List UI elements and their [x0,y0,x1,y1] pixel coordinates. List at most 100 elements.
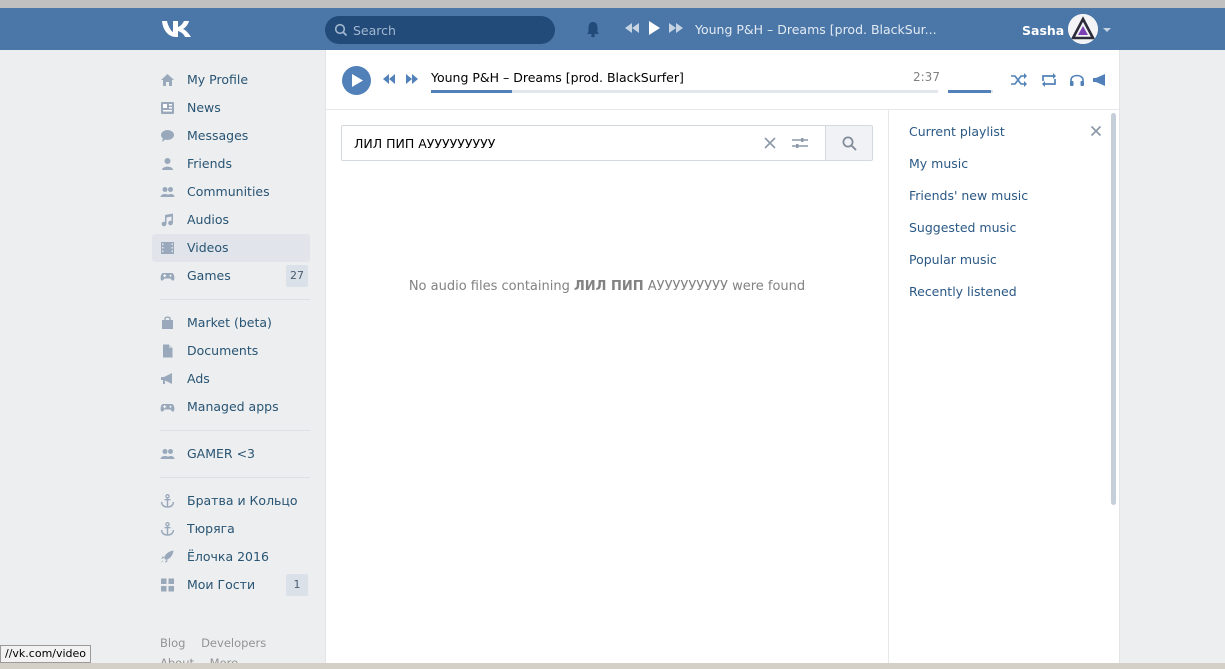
top-header: Search Young P&H – Dreams [prod. BlackSu… [0,8,1225,58]
guests-count-badge: 1 [286,574,308,596]
sidebar-item-ads[interactable]: Ads [152,365,310,393]
sidebar-item-label: Ads [187,371,210,386]
sidebar-item-label: Documents [187,343,259,358]
sidebar-item-gamer-group[interactable]: GAMER <3 [152,440,310,468]
sidebar-item-label: Managed apps [187,399,279,414]
menu-friends-new-music[interactable]: Friends' new music [909,182,1028,214]
sidebar-item-label: Communities [187,184,270,199]
footer-link-blog[interactable]: Blog [160,636,185,650]
header-search[interactable]: Search [325,16,555,44]
volume-slider[interactable] [948,90,993,93]
footer-link-developers[interactable]: Developers [201,636,266,650]
chevron-down-icon[interactable] [1103,28,1111,32]
progress-bar[interactable] [431,90,938,93]
search-placeholder: Search [353,23,396,38]
sidebar-item-label: Тюряга [187,521,235,536]
scrollbar[interactable] [1111,113,1116,505]
sidebar-item-turyaga[interactable]: Тюряга [152,515,310,543]
sidebar-footer: Blog Developers [160,636,278,650]
grid-icon [161,578,174,592]
sidebar-item-label: Братва и Кольцо [187,493,298,508]
close-icon[interactable] [763,136,777,150]
menu-popular-music[interactable]: Popular music [909,246,1028,278]
status-bar-url: //vk.com/video [0,645,92,663]
sidebar-item-elochka[interactable]: Ёлочка 2016 [152,543,310,571]
sidebar-item-audios[interactable]: Audios [152,206,310,234]
audio-player: Young P&H – Dreams [prod. BlackSurfer] 2… [326,50,1119,110]
volume-fill [948,90,991,93]
sidebar-divider [160,299,310,300]
friend-icon [162,158,173,170]
sidebar-item-news[interactable]: News [152,94,310,122]
empty-results-message: No audio files containing ЛИЛ ПИП АУУУУУ… [326,279,888,294]
sidebar-item-moi-gosti[interactable]: Мои Гости 1 [152,571,310,599]
empty-query-rest: АУУУУУУУУУ [643,279,728,294]
player-time[interactable]: 2:37 [913,70,940,84]
music-note-icon [161,213,173,227]
vk-logo[interactable] [160,18,194,40]
rocket-icon [161,550,174,563]
sidebar-item-label: Мои Гости [187,577,256,592]
repeat-icon[interactable] [1040,72,1058,88]
sidebar-item-label: Audios [187,212,230,227]
sidebar-item-videos[interactable]: Videos [152,234,310,262]
player-track-title[interactable]: Young P&H – Dreams [prod. BlackSurfer] [431,70,684,85]
prev-track-icon[interactable] [382,73,396,85]
avatar[interactable] [1068,14,1098,44]
sidebar-item-label: Messages [187,128,249,143]
anchor-icon [160,522,175,536]
sidebar-item-communities[interactable]: Communities [152,178,310,206]
broadcast-icon[interactable] [1091,72,1109,88]
prev-track-icon[interactable] [624,20,640,36]
bag-icon [162,316,173,329]
menu-my-music[interactable]: My music [909,150,1028,182]
communities-icon [160,449,175,459]
sidebar-item-label: Videos [187,240,229,255]
sidebar-item-market[interactable]: Market (beta) [152,309,310,337]
search-icon [334,23,348,37]
audio-panel: Young P&H – Dreams [prod. BlackSurfer] 2… [325,50,1120,669]
play-icon[interactable] [646,20,662,36]
home-icon [161,74,174,86]
next-track-icon[interactable] [405,73,419,85]
sidebar-item-label: News [187,100,221,115]
search-button[interactable] [825,126,872,160]
user-name[interactable]: Sasha [1022,23,1064,38]
sidebar-item-games[interactable]: Games 27 [152,262,310,290]
audio-section-menu: Current playlist My music Friends' new m… [909,118,1028,310]
play-button[interactable] [342,66,371,95]
sidebar-item-messages[interactable]: Messages [152,122,310,150]
anchor-icon [160,494,175,508]
sidebar-item-label: Games [187,268,231,283]
menu-recently-listened[interactable]: Recently listened [909,278,1028,310]
header-now-playing[interactable]: Young P&H – Dreams [prod. BlackSur... [695,22,937,37]
menu-suggested-music[interactable]: Suggested music [909,214,1028,246]
bell-icon[interactable] [584,20,602,38]
menu-current-playlist[interactable]: Current playlist [909,118,1028,150]
empty-suffix: were found [727,279,806,294]
search-icon [842,136,857,151]
sidebar-divider [160,477,310,478]
play-icon [352,74,363,87]
sidebar-item-managed-apps[interactable]: Managed apps [152,393,310,421]
sidebar-item-label: Friends [187,156,232,171]
sidebar-item-documents[interactable]: Documents [152,337,310,365]
sidebar-item-my-profile[interactable]: My Profile [152,66,310,94]
audio-search-bar: ЛИЛ ПИП АУУУУУУУУУ [341,125,873,161]
sidebar-item-bratva[interactable]: Братва и Кольцо [152,487,310,515]
communities-icon [160,187,175,197]
sidebar-item-friends[interactable]: Friends [152,150,310,178]
document-icon [163,344,173,358]
window-top-strip [0,0,1225,8]
gamepad-icon [160,404,175,412]
megaphone-icon [161,373,172,384]
headphones-icon[interactable] [1068,72,1086,88]
avatar-image [1068,14,1098,44]
filter-icon[interactable] [791,136,809,150]
audio-search-input[interactable]: ЛИЛ ПИП АУУУУУУУУУ [354,136,495,151]
close-icon[interactable] [1090,125,1102,137]
sidebar-item-label: GAMER <3 [187,446,256,461]
sidebar: My Profile News Messages Friends Communi… [152,66,310,599]
next-track-icon[interactable] [668,20,684,36]
shuffle-icon[interactable] [1010,72,1028,88]
